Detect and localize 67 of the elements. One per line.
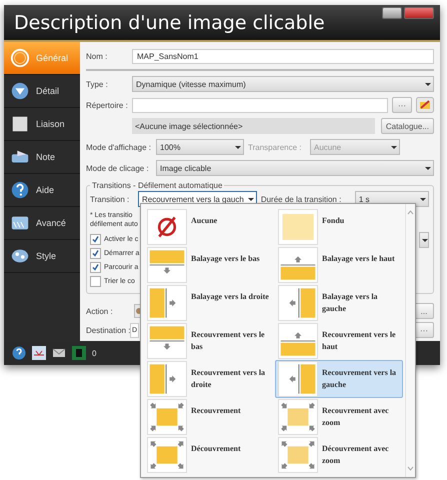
field-label: Nom : <box>86 52 108 60</box>
scroll-up-icon[interactable] <box>407 210 414 215</box>
transition-option[interactable]: Découvrement <box>144 436 272 474</box>
type-select[interactable]: Dynamique (vitesse maximum) <box>132 76 434 92</box>
transition-icon <box>147 437 187 473</box>
count-text: 0 <box>92 348 96 358</box>
image-info-text: <Aucune image sélectionnée> <box>132 118 375 134</box>
transition-option[interactable]: Recouvrement vers le bas <box>144 322 272 360</box>
transition-icon <box>147 247 187 283</box>
display-mode-select[interactable]: 100% <box>156 139 244 155</box>
ring-icon <box>10 48 30 68</box>
transition-option[interactable]: Balayage vers la gauche <box>275 284 403 322</box>
checkbox[interactable] <box>90 248 101 259</box>
field-label: Type : <box>86 80 109 88</box>
transition-icon <box>278 323 318 359</box>
directory-field[interactable] <box>132 98 388 112</box>
transition-icon <box>147 399 187 435</box>
transition-option[interactable]: Recouvrement vers la droite <box>144 360 272 398</box>
group-title: Transitions - Défilement automatique <box>91 181 224 190</box>
transition-icon <box>147 361 187 397</box>
sidebar-item[interactable]: Liaison <box>4 108 80 141</box>
transition-icon <box>278 285 318 321</box>
envelope-icon[interactable] <box>52 346 66 360</box>
close-button[interactable] <box>404 7 434 19</box>
transition-icon <box>278 247 318 283</box>
transition-option[interactable]: Balayage vers le haut <box>275 246 403 284</box>
checkbox[interactable] <box>90 262 101 273</box>
name-field[interactable]: MAP_SansNom1 <box>132 48 434 64</box>
field-label: Durée de la transition : <box>260 194 342 204</box>
field-label: Mode de clicage : <box>86 164 150 172</box>
transition-option[interactable]: Recouvrement vers la gauche <box>275 360 403 398</box>
help-icon <box>10 180 30 200</box>
destination-button[interactable]: ··· <box>414 322 434 338</box>
field-label: Destination : <box>86 326 128 334</box>
field-label: Mode d'affichage : <box>86 142 152 152</box>
field-label: Transition : <box>90 194 130 204</box>
action-button[interactable]: ... <box>414 303 434 319</box>
transition-option[interactable]: Aucune <box>144 208 272 246</box>
transition-icon <box>147 285 187 321</box>
transition-option[interactable]: Fondu <box>275 208 403 246</box>
diagram-icon[interactable] <box>32 346 46 360</box>
transition-icon <box>147 209 187 245</box>
transition-icon <box>147 323 187 359</box>
browse-button[interactable]: ··· <box>392 97 412 113</box>
click-mode-select[interactable]: Image clicable <box>156 160 434 176</box>
transition-option[interactable]: Découvrement avec zoom <box>275 436 403 474</box>
help-icon[interactable] <box>12 346 26 360</box>
checkbox[interactable] <box>90 234 101 245</box>
transition-option[interactable]: Recouvrement avec zoom <box>275 398 403 436</box>
field-label: Répertoire : <box>86 100 128 110</box>
scroll-down-icon[interactable] <box>407 466 414 471</box>
transition-icon <box>278 399 318 435</box>
transition-icon <box>278 209 318 245</box>
checkbox[interactable] <box>90 276 101 287</box>
transition-option[interactable]: Recouvrement <box>144 398 272 436</box>
maximize-button[interactable] <box>382 7 402 19</box>
catalog-button[interactable]: Catalogue... <box>380 118 434 134</box>
page-icon <box>10 114 30 134</box>
field-label: Transparence : <box>248 142 303 152</box>
transition-icon <box>278 361 318 397</box>
transition-option[interactable]: Balayage vers le bas <box>144 246 272 284</box>
transition-option[interactable]: Recouvrement vers le haut <box>275 322 403 360</box>
transition-icon <box>278 437 318 473</box>
window-title: Description d'une image clicable <box>14 12 325 34</box>
field-label: Action : <box>86 306 114 316</box>
image-edit-icon[interactable] <box>416 97 434 113</box>
transition-option[interactable]: Balayage vers la droite <box>144 284 272 322</box>
